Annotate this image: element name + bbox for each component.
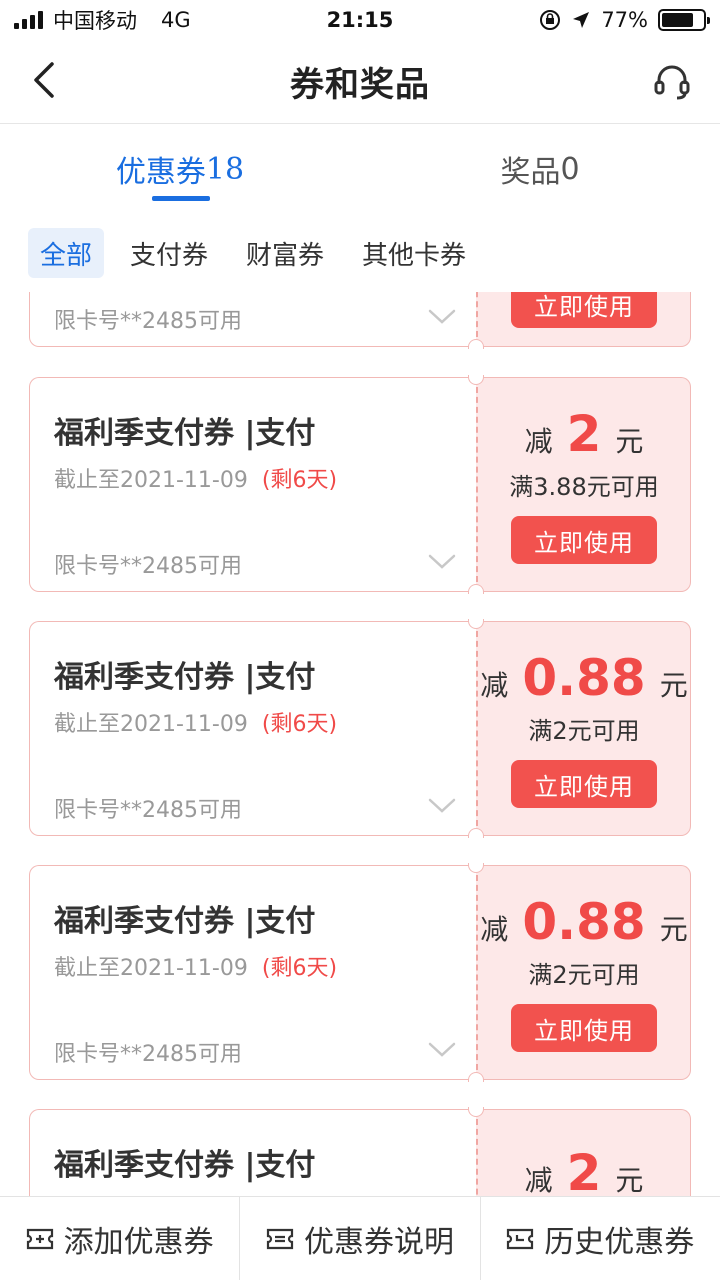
use-now-button[interactable]: 立即使用 [511, 760, 657, 808]
amount-value: 2 [566, 405, 602, 463]
back-button[interactable] [22, 58, 66, 102]
coupon-expiry: 截止至2021-11-09 (剩6天) [54, 706, 337, 738]
tab-prizes-count: 0 [560, 151, 580, 187]
coupon-limit: 限卡号**2485可用 [54, 309, 242, 334]
coupon-history-label: 历史优惠券 [544, 1224, 695, 1260]
coupon-condition: 满3.88元可用 [509, 473, 659, 501]
amount-unit: 元 [659, 913, 688, 946]
chevron-down-icon[interactable] [428, 798, 456, 814]
amount-prefix: 减 [524, 1164, 553, 1196]
coupon-amount: 减2元 [525, 405, 644, 463]
status-left: 中国移动 4G [14, 5, 191, 35]
coupon-remain: (剩6天) [261, 468, 338, 493]
coupon-expiry: 截止至2021-11-09 (剩6天) [54, 462, 337, 494]
carrier-label: 中国移动 [53, 9, 137, 33]
coupon-card[interactable]: 福利季支付券 |支付 截止至2021-11-09 (剩6天) 限卡号**2485可… [29, 863, 691, 1082]
signal-icon [14, 11, 43, 29]
coupon-info-icon [266, 1228, 294, 1249]
filter-wealth[interactable]: 财富券 [234, 228, 336, 278]
chevron-down-icon[interactable] [428, 309, 456, 325]
chevron-down-icon[interactable] [428, 1042, 456, 1058]
coupon-date: 截止至2021-11-09 [54, 956, 248, 981]
coupon-expiry: 截止至2021-11-09 (剩6天) [54, 950, 337, 982]
network-label: 4G [161, 8, 191, 32]
coupon-info-label: 优惠券说明 [303, 1224, 454, 1260]
coupon-history-button[interactable]: 历史优惠券 [479, 1197, 720, 1280]
coupon-card[interactable]: 福利季支付券 |支付 截止至2021-11-09 (剩6天) 限卡号**2485可… [29, 619, 691, 838]
battery-percent: 77% [601, 8, 648, 32]
nav-bar: 券和奖品 [0, 40, 720, 124]
coupon-condition: 满2元可用 [528, 961, 640, 989]
coupon-remain: (剩6天) [261, 712, 338, 737]
coupon-date: 截止至2021-11-09 [54, 712, 248, 737]
coupon-title: 福利季支付券 |支付 [54, 904, 316, 939]
filter-bar: 全部 支付券 财富券 其他卡券 [28, 228, 478, 278]
coupon-amount: 减 0.88 元 [480, 893, 687, 951]
amount-unit: 元 [615, 425, 644, 458]
amount-unit: 元 [659, 669, 688, 702]
status-right: 77% [539, 8, 710, 32]
amount-value: 0.88 [522, 649, 646, 707]
coupon-condition: 满2元可用 [528, 717, 640, 745]
tab-bar: 优惠券 18 奖品 0 [0, 124, 720, 214]
use-now-button[interactable]: 立即使用 [511, 1004, 657, 1052]
tab-coupons-label: 优惠券 [115, 155, 206, 190]
coupon-amount: 减2元 [525, 1144, 644, 1196]
status-bar: 中国移动 4G 21:15 77% [0, 0, 720, 40]
location-icon [573, 12, 590, 28]
coupon-title: 福利季支付券 |支付 [54, 1148, 316, 1183]
coupon-date: 截止至2021-11-09 [54, 468, 248, 493]
headset-icon [654, 65, 690, 100]
coupon-amount: 减 0.88 元 [480, 649, 687, 707]
coupon-limit: 限卡号**2485可用 [54, 554, 242, 579]
page-title: 券和奖品 [290, 65, 430, 105]
add-coupon-label: 添加优惠券 [63, 1224, 214, 1260]
amount-prefix: 减 [480, 913, 509, 946]
coupon-limit: 限卡号**2485可用 [54, 1042, 242, 1067]
filter-all[interactable]: 全部 [28, 228, 105, 278]
coupon-card[interactable]: 福利季支付券 |支付 减2元 [29, 1107, 691, 1196]
battery-icon [658, 9, 710, 31]
coupon-info-button[interactable]: 优惠券说明 [239, 1197, 479, 1280]
coupon-card[interactable]: 限卡号**2485可用 立即使用 [29, 292, 691, 349]
coupon-card[interactable]: 福利季支付券 |支付 截止至2021-11-09 (剩6天) 限卡号**2485可… [29, 375, 691, 594]
amount-prefix: 减 [480, 669, 509, 702]
tab-indicator [152, 196, 210, 201]
coupon-list[interactable]: 限卡号**2485可用 立即使用 福利季支付券 |支付 截止至2021-11-0… [0, 292, 720, 1196]
coupon-title: 福利季支付券 |支付 [54, 416, 316, 451]
tab-coupons-count: 18 [205, 151, 245, 187]
add-coupon-button[interactable]: 添加优惠券 [0, 1197, 239, 1280]
coupon-history-icon [507, 1228, 534, 1249]
amount-unit: 元 [615, 1164, 644, 1196]
tab-prizes[interactable]: 奖品 0 [360, 124, 720, 214]
filter-payment[interactable]: 支付券 [118, 228, 220, 278]
use-now-button[interactable]: 立即使用 [511, 516, 657, 564]
filter-other[interactable]: 其他卡券 [350, 228, 478, 278]
customer-service-button[interactable] [648, 58, 696, 106]
rotation-lock-icon [540, 10, 561, 30]
chevron-left-icon [34, 62, 54, 98]
coupon-remain: (剩6天) [261, 956, 338, 981]
amount-prefix: 减 [524, 425, 553, 458]
chevron-down-icon[interactable] [428, 554, 456, 570]
add-coupon-icon [26, 1228, 53, 1249]
coupon-title: 福利季支付券 |支付 [54, 660, 316, 695]
tab-prizes-label: 奖品 [500, 155, 561, 190]
use-now-button[interactable]: 立即使用 [511, 292, 657, 328]
amount-value: 0.88 [522, 893, 646, 951]
coupon-limit: 限卡号**2485可用 [54, 798, 242, 823]
amount-value: 2 [566, 1144, 602, 1196]
bottom-action-bar: 添加优惠券 优惠券说明 历史优惠券 [0, 1196, 720, 1280]
